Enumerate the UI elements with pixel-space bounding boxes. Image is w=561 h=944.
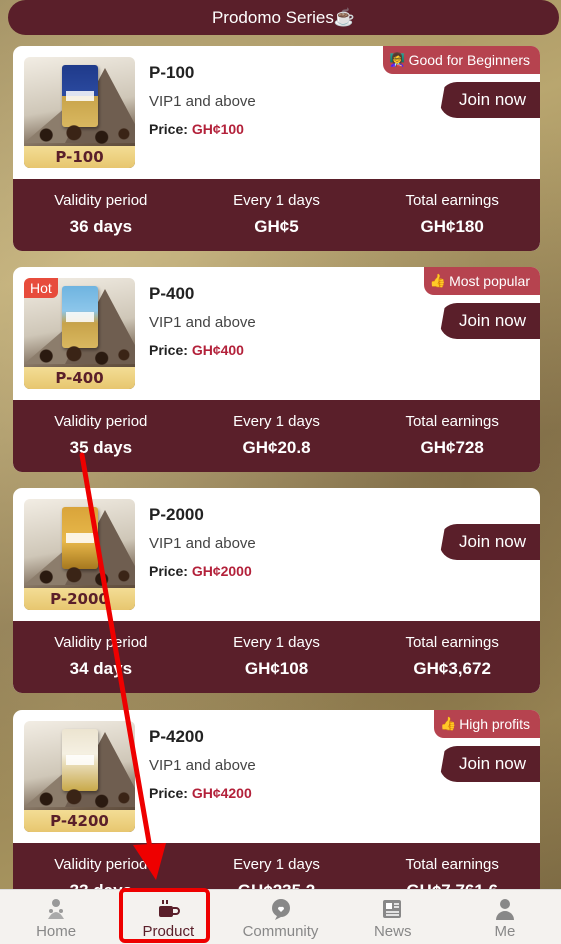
product-card-p100: P-100 P-100 VIP1 and above Price: GH¢100… bbox=[13, 46, 540, 251]
vip-requirement: VIP1 and above bbox=[149, 535, 256, 552]
vip-requirement: VIP1 and above bbox=[149, 93, 256, 110]
stats-bar: Validity period 35 days Every 1 days GH¢20… bbox=[13, 400, 540, 472]
product-name: P-2000 bbox=[149, 505, 204, 524]
stats-bar: Validity period 34 days Every 1 days GH¢10… bbox=[13, 621, 540, 693]
product-price: Price: GH¢2000 bbox=[149, 563, 252, 579]
tab-news[interactable]: News bbox=[337, 890, 449, 944]
thumbs-up-icon: 👍 bbox=[429, 273, 447, 288]
product-price: Price: GH¢100 bbox=[149, 121, 244, 137]
chat-bubble-icon bbox=[269, 897, 293, 921]
thumbs-up-icon: 👍 bbox=[440, 716, 457, 731]
product-price: Price: GH¢4200 bbox=[149, 785, 252, 801]
product-name: P-4200 bbox=[149, 727, 204, 746]
hot-badge: Hot bbox=[24, 278, 58, 298]
tab-home[interactable]: Home bbox=[0, 890, 112, 944]
tab-me[interactable]: Me bbox=[449, 890, 561, 944]
vip-requirement: VIP1 and above bbox=[149, 314, 256, 331]
tab-community[interactable]: Community bbox=[224, 890, 336, 944]
person-icon bbox=[493, 897, 517, 921]
teacher-icon: 👩‍🏫 bbox=[389, 52, 406, 67]
stats-bar: Validity period 36 days Every 1 days GH¢5 … bbox=[13, 179, 540, 251]
product-card-p2000: P-2000 P-2000 VIP1 and above Price: GH¢2… bbox=[13, 488, 540, 693]
product-image: P-4200 bbox=[24, 721, 135, 832]
product-image: P-400 Hot bbox=[24, 278, 135, 389]
join-now-button[interactable]: Join now bbox=[439, 303, 540, 339]
bottom-tab-bar: Home Product Community News Me bbox=[0, 889, 561, 944]
badge-good-for-beginners: 👩‍🏫 Good for Beginners bbox=[383, 46, 540, 74]
newspaper-icon bbox=[381, 897, 405, 921]
product-card-p4200: P-4200 P-4200 VIP1 and above Price: GH¢4… bbox=[13, 710, 540, 915]
join-now-button[interactable]: Join now bbox=[439, 746, 540, 782]
product-card-p400: P-400 Hot P-400 VIP1 and above Price: GH… bbox=[13, 267, 540, 472]
product-image: P-100 bbox=[24, 57, 135, 168]
badge-high-profits: 👍 High profits bbox=[434, 710, 540, 738]
page-title: Prodomo Series☕ bbox=[211, 7, 356, 27]
home-logo-icon bbox=[44, 897, 68, 921]
product-name: P-400 bbox=[149, 284, 195, 303]
page-header: Prodomo Series☕ bbox=[8, 0, 559, 35]
join-now-button[interactable]: Join now bbox=[439, 524, 540, 560]
badge-most-popular: 👍 Most popular bbox=[423, 267, 540, 295]
tab-product[interactable]: Product bbox=[112, 890, 224, 944]
product-price: Price: GH¢400 bbox=[149, 342, 244, 358]
join-now-button[interactable]: Join now bbox=[439, 82, 540, 118]
coffee-cup-icon bbox=[156, 897, 181, 921]
product-name: P-100 bbox=[149, 63, 195, 82]
vip-requirement: VIP1 and above bbox=[149, 757, 256, 774]
product-image: P-2000 bbox=[24, 499, 135, 610]
